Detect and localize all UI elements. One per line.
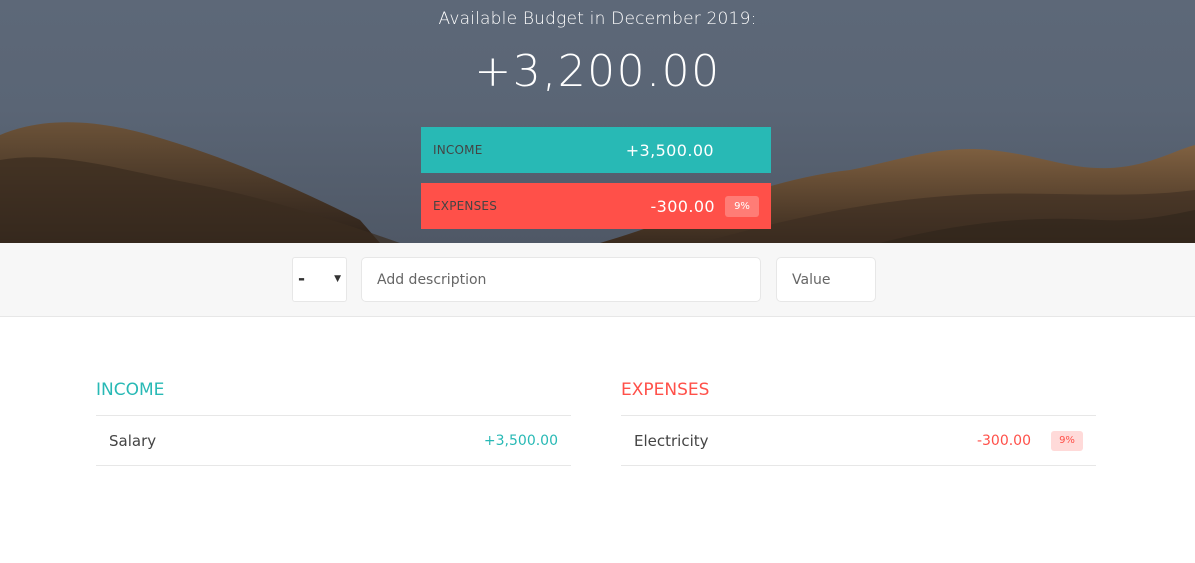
item-value: +3,500.00 xyxy=(483,432,558,449)
income-list-title: Income xyxy=(96,378,571,416)
add-item-bar: - ▼ xyxy=(0,243,1195,317)
income-summary-label: Income xyxy=(433,143,483,157)
type-select-value: - xyxy=(298,269,306,289)
list-item[interactable]: Electricity -300.00 9% xyxy=(621,416,1096,466)
expenses-summary-value: -300.00 xyxy=(650,196,715,216)
expenses-percentage-badge: 9% xyxy=(725,195,759,217)
item-percentage-badge: 9% xyxy=(1051,430,1083,451)
expenses-summary: Expenses -300.00 9% xyxy=(421,183,771,229)
description-input[interactable] xyxy=(361,257,761,302)
value-input[interactable] xyxy=(776,257,876,302)
caret-down-icon: ▼ xyxy=(334,274,341,284)
expenses-list-title: Expenses xyxy=(621,378,1096,416)
income-summary: Income +3,500.00 xyxy=(421,127,771,173)
expenses-list: Expenses Electricity -300.00 9% xyxy=(621,378,1096,466)
budget-header: Available Budget in December 2019: +3,20… xyxy=(0,0,1195,243)
type-select[interactable]: - ▼ xyxy=(292,257,347,302)
budget-title: Available Budget in December 2019: xyxy=(438,9,757,29)
expenses-summary-label: Expenses xyxy=(433,199,498,213)
income-summary-value: +3,500.00 xyxy=(625,140,714,160)
list-item[interactable]: Salary +3,500.00 xyxy=(96,416,571,466)
income-list: Income Salary +3,500.00 xyxy=(96,378,571,466)
item-value: -300.00 xyxy=(976,432,1031,449)
item-description: Electricity xyxy=(634,431,709,450)
available-budget-value: +3,200.00 xyxy=(474,46,721,97)
item-description: Salary xyxy=(109,431,157,450)
